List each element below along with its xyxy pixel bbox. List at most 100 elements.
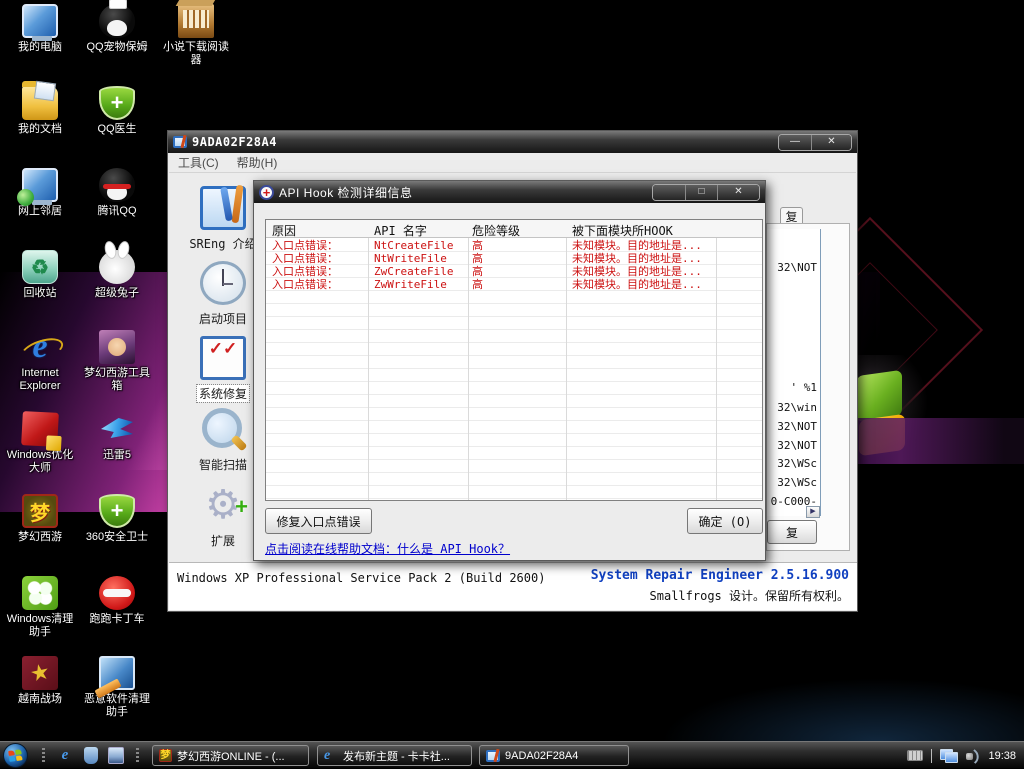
volume-icon[interactable] xyxy=(966,750,980,762)
desktop-icon-360-safe[interactable]: + 360安全卫士 xyxy=(79,494,155,544)
desktop-icon-mh-toolbox[interactable]: 梦幻西游工具箱 xyxy=(79,330,155,393)
desktop-icon-tencent-qq[interactable]: 腾讯QQ xyxy=(79,168,155,218)
scroll-right-arrow[interactable]: ▶ xyxy=(806,506,820,518)
desktop-icon-recycle-bin[interactable]: ♻ 回收站 xyxy=(2,250,78,300)
cell-reason: 入口点错误： xyxy=(272,278,338,291)
quicklaunch-separator xyxy=(136,748,139,763)
red-cross-icon: + xyxy=(259,185,274,200)
window-title: 9ADA02F28A4 xyxy=(192,135,277,149)
list-line: 32\WSc xyxy=(777,476,817,489)
sidebar-item-startup-items[interactable]: 启动项目 xyxy=(183,261,263,328)
menubar: 工具(C) 帮助(H) xyxy=(169,153,856,173)
desktop-icon-windows-youhua[interactable]: Windows优化大师 xyxy=(2,412,78,475)
system-tray: 19:38 xyxy=(907,742,1024,769)
desktop-icon-my-computer[interactable]: 我的电脑 xyxy=(2,4,78,54)
menu-help[interactable]: 帮助(H) xyxy=(228,152,287,173)
sidebar-label: 启动项目 xyxy=(199,310,247,327)
start-button[interactable] xyxy=(3,743,28,768)
desktop-icon-label: 恶意软件清理助手 xyxy=(79,693,155,719)
dialog-blank-button xyxy=(653,185,685,200)
sidebar-item-extensions[interactable]: ⚙+ 扩展 xyxy=(183,483,263,550)
cell-risk: 高 xyxy=(472,252,483,265)
sidebar-label: 智能扫描 xyxy=(199,456,247,473)
cell-hooked: 未知模块。目的地址是... xyxy=(572,252,702,265)
window-controls: — ✕ xyxy=(778,134,852,151)
table-row[interactable]: 入口点错误： NtWriteFile 高 未知模块。目的地址是... xyxy=(266,252,762,265)
sreng-titlebar[interactable]: 9ADA02F28A4 — ✕ xyxy=(168,131,857,153)
fix-entry-errors-button[interactable]: 修复入口点错误 xyxy=(265,508,372,534)
col-api-name[interactable]: API 名字 xyxy=(374,222,427,239)
quicklaunch-window-icon[interactable] xyxy=(108,747,124,764)
desktop-icon-label: 迅雷5 xyxy=(79,449,155,462)
dialog-title: API Hook 检测详细信息 xyxy=(279,184,413,201)
desktop-icon-menghuan[interactable]: 梦 梦幻西游 xyxy=(2,494,78,544)
desktop-icon-network-places[interactable]: 网上邻居 xyxy=(2,168,78,218)
hook-table[interactable]: 原因 API 名字 危险等级 被下面模块所HOOK 入口点错误： NtCreat… xyxy=(265,219,763,501)
desktop-icon-internet-explorer[interactable]: e Internet Explorer xyxy=(2,330,78,393)
shield-cross-glyph: + xyxy=(101,88,133,118)
repair-list-fragment[interactable]: 32\NOT ' %1 32\win 32\NOT 32\NOT 32\WSc … xyxy=(767,229,821,516)
star-glyph: ★ xyxy=(19,653,61,694)
col-hooked-by[interactable]: 被下面模块所HOOK xyxy=(572,222,673,239)
table-row[interactable]: 入口点错误： NtCreateFile 高 未知模块。目的地址是... xyxy=(266,239,762,252)
menghuan-task-icon: 梦 xyxy=(159,749,172,762)
green-clover-icon xyxy=(22,576,58,610)
input-method-icon[interactable] xyxy=(907,750,923,761)
desktop-icon-qq-doctor[interactable]: + QQ医生 xyxy=(79,86,155,136)
sidebar-item-system-repair[interactable]: ✓✓ 系统修复 xyxy=(183,336,263,403)
desktop-icon-label: 我的文档 xyxy=(2,123,78,136)
cell-risk: 高 xyxy=(472,239,483,252)
blue-bird-icon xyxy=(99,412,135,446)
cell-api: ZwWriteFile xyxy=(374,278,447,291)
desktop-icon-popkart[interactable]: 跑跑卡丁车 xyxy=(79,576,155,626)
quicklaunch-ie-icon[interactable]: e xyxy=(56,747,74,764)
desktop-icon-malware-cleaner[interactable]: 恶意软件清理助手 xyxy=(79,656,155,719)
table-row[interactable]: 入口点错误： ZwWriteFile 高 未知模块。目的地址是... xyxy=(266,278,762,291)
task-button-sreng[interactable]: 9ADA02F28A4 xyxy=(479,745,629,766)
green-shield-icon: + xyxy=(99,86,135,120)
cell-reason: 入口点错误： xyxy=(272,252,338,265)
menu-tools[interactable]: 工具(C) xyxy=(169,152,228,173)
repair-tab-page-fragment: 32\NOT ' %1 32\win 32\NOT 32\NOT 32\WSc … xyxy=(766,223,850,551)
desktop-icon-my-documents[interactable]: 我的文档 xyxy=(2,86,78,136)
documents-folder-icon xyxy=(22,86,58,120)
close-button[interactable]: ✕ xyxy=(811,135,851,150)
kart-racer-icon xyxy=(99,576,135,610)
dialog-close-button[interactable]: ✕ xyxy=(717,185,759,200)
sidebar-item-sreng-intro[interactable]: SREng 介绍 xyxy=(183,186,263,253)
desktop-icon-windows-cleaner[interactable]: Windows清理助手 xyxy=(2,576,78,639)
cell-risk: 高 xyxy=(472,265,483,278)
rabbit-icon xyxy=(99,250,135,284)
task-button-forum-post[interactable]: e 发布新主题 - 卡卡社... xyxy=(317,745,472,766)
col-reason[interactable]: 原因 xyxy=(272,222,296,239)
desktop-icon-super-rabbit[interactable]: 超级兔子 xyxy=(79,250,155,300)
dialog-maximize-button[interactable]: □ xyxy=(685,185,717,200)
network-tray-icon[interactable] xyxy=(940,749,958,763)
book-box-icon xyxy=(178,4,214,38)
copyright-text: Smallfrogs 设计。保留所有权利。 xyxy=(650,587,849,604)
desktop-icon-novel-reader[interactable]: 小说下载阅读器 xyxy=(158,4,234,67)
quicklaunch-messenger-icon[interactable] xyxy=(84,747,98,764)
online-help-link[interactable]: 点击阅读在线帮助文档：什么是 API Hook？ xyxy=(265,540,510,557)
col-risk-level[interactable]: 危险等级 xyxy=(472,222,520,239)
my-computer-icon xyxy=(22,4,58,38)
desktop-icon-vietnam[interactable]: ★ 越南战场 xyxy=(2,656,78,706)
dialog-titlebar[interactable]: + API Hook 检测详细信息 □ ✕ xyxy=(254,181,765,203)
desktop-icon-xunlei[interactable]: 迅雷5 xyxy=(79,412,155,462)
desktop-icon-label: 超级兔子 xyxy=(79,287,155,300)
repair-button-fragment[interactable]: 复 xyxy=(767,520,817,544)
sreng-app-icon xyxy=(173,136,187,148)
list-line: 32\win xyxy=(777,401,817,414)
table-row[interactable]: 入口点错误： ZwCreateFile 高 未知模块。目的地址是... xyxy=(266,265,762,278)
ok-button[interactable]: 确定 (O) xyxy=(687,508,763,534)
ie-task-icon: e xyxy=(324,748,338,764)
desktop-icon-label: 腾讯QQ xyxy=(79,205,155,218)
desktop-icon-qq-pet[interactable]: QQ宠物保姆 xyxy=(79,4,155,54)
tab-system-repair-fragment[interactable]: 复 xyxy=(780,207,803,224)
task-button-menghuan-online[interactable]: 梦 梦幻西游ONLINE - (... xyxy=(152,745,309,766)
status-area: Windows XP Professional Service Pack 2 (… xyxy=(169,562,857,610)
minimize-button[interactable]: — xyxy=(779,135,811,150)
list-line: 32\NOT xyxy=(777,420,817,433)
sidebar-item-smart-scan[interactable]: 智能扫描 xyxy=(183,407,263,474)
red-cube-icon xyxy=(21,411,59,447)
